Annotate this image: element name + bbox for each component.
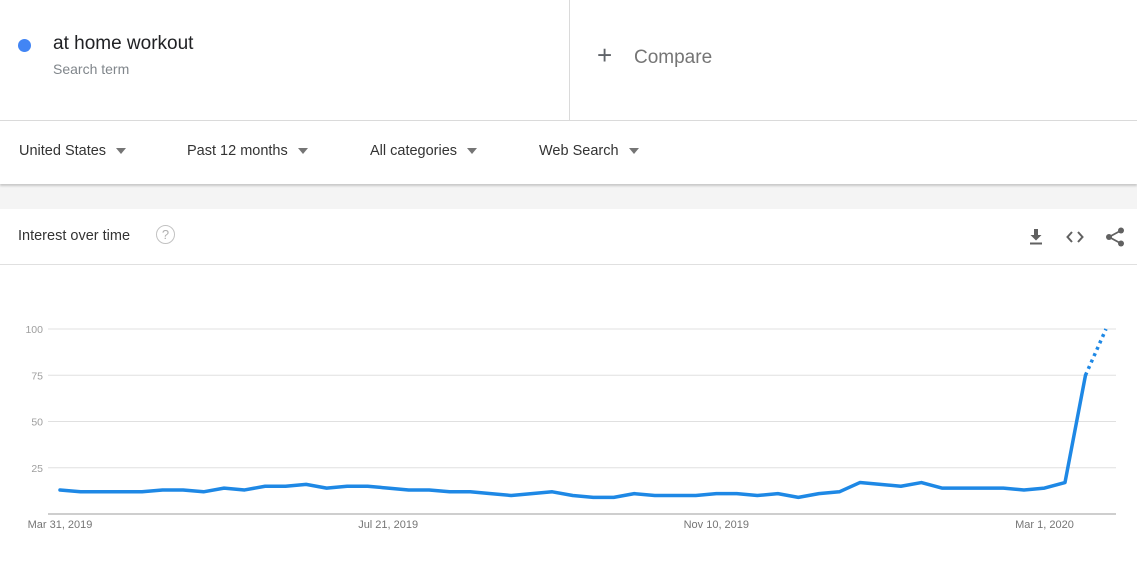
time-range-dropdown-label: Past 12 months <box>187 143 288 159</box>
data-point[interactable] <box>735 492 739 496</box>
data-point[interactable] <box>58 488 62 492</box>
caret-down-icon <box>628 148 639 155</box>
data-point[interactable] <box>386 486 390 490</box>
data-point[interactable] <box>304 482 308 486</box>
data-point[interactable] <box>120 490 124 494</box>
data-point[interactable] <box>714 492 718 496</box>
data-point[interactable] <box>161 488 165 492</box>
data-point[interactable] <box>899 484 903 488</box>
data-point[interactable] <box>345 484 349 488</box>
interest-line-chart[interactable]: 25 50 75 100 Mar 31, 2019 Jul 21, 2019 Nov 10… <box>0 209 1137 564</box>
data-point[interactable] <box>858 481 862 485</box>
search-terms-bar: at home workout Search term + Compare <box>0 0 1137 121</box>
data-point[interactable] <box>427 488 431 492</box>
x-tick-label: Nov 10, 2019 <box>684 519 749 531</box>
data-point[interactable] <box>1022 488 1026 492</box>
data-point[interactable] <box>1104 327 1108 331</box>
data-point[interactable] <box>837 490 841 494</box>
x-tick-label: Jul 21, 2019 <box>358 519 418 531</box>
data-point[interactable] <box>1042 486 1046 490</box>
search-term-card[interactable]: at home workout Search term <box>0 0 570 120</box>
data-point[interactable] <box>284 484 288 488</box>
compare-button[interactable]: + Compare <box>570 0 1137 120</box>
data-point[interactable] <box>222 486 226 490</box>
data-point[interactable] <box>489 492 493 496</box>
data-point[interactable] <box>325 486 329 490</box>
data-point[interactable] <box>612 495 616 499</box>
data-point[interactable] <box>448 490 452 494</box>
data-point[interactable] <box>263 484 267 488</box>
y-tick-label: 25 <box>31 463 43 475</box>
caret-down-icon <box>467 148 478 155</box>
data-point[interactable] <box>591 495 595 499</box>
data-point[interactable] <box>817 492 821 496</box>
y-tick-label: 75 <box>31 370 43 382</box>
y-tick-label: 50 <box>31 417 43 429</box>
search-term-type: Search term <box>53 61 130 77</box>
data-point[interactable] <box>673 494 677 498</box>
search-type-dropdown-label: Web Search <box>539 143 619 159</box>
data-point[interactable] <box>796 495 800 499</box>
data-point[interactable] <box>653 494 657 498</box>
interest-over-time-card: Interest over time ? 25 50 75 100 Mar 31, 2… <box>0 209 1137 564</box>
series-color-dot <box>18 39 31 52</box>
data-point[interactable] <box>550 490 554 494</box>
data-point[interactable] <box>79 490 83 494</box>
data-point[interactable] <box>571 494 575 498</box>
search-type-dropdown[interactable]: Web Search <box>539 143 639 159</box>
data-point[interactable] <box>694 494 698 498</box>
data-point[interactable] <box>1063 481 1067 485</box>
data-point[interactable] <box>755 494 759 498</box>
data-point[interactable] <box>99 490 103 494</box>
data-point[interactable] <box>243 488 247 492</box>
search-term-name[interactable]: at home workout <box>53 33 193 55</box>
x-tick-label: Mar 1, 2020 <box>1015 519 1074 531</box>
data-point[interactable] <box>202 490 206 494</box>
data-point[interactable] <box>776 492 780 496</box>
data-point[interactable] <box>468 490 472 494</box>
data-point[interactable] <box>878 482 882 486</box>
data-point[interactable] <box>366 484 370 488</box>
series-line[interactable] <box>58 373 1088 500</box>
data-point[interactable] <box>530 492 534 496</box>
region-dropdown-label: United States <box>19 143 107 159</box>
data-point[interactable] <box>960 486 964 490</box>
time-range-dropdown[interactable]: Past 12 months <box>187 143 308 159</box>
y-tick-label: 100 <box>25 324 43 336</box>
category-dropdown-label: All categories <box>370 143 458 159</box>
compare-label: Compare <box>634 47 713 68</box>
caret-down-icon <box>116 148 127 155</box>
data-point[interactable] <box>1083 373 1087 377</box>
filter-bar: United States Past 12 months All categor… <box>0 121 1137 184</box>
data-point[interactable] <box>509 494 513 498</box>
category-dropdown[interactable]: All categories <box>370 143 478 159</box>
data-point[interactable] <box>1001 486 1005 490</box>
data-point[interactable] <box>140 490 144 494</box>
x-tick-label: Mar 31, 2019 <box>28 519 93 531</box>
data-point[interactable] <box>181 488 185 492</box>
region-dropdown[interactable]: United States <box>19 143 127 159</box>
data-point[interactable] <box>632 492 636 496</box>
data-point[interactable] <box>407 488 411 492</box>
data-point[interactable] <box>919 481 923 485</box>
data-point[interactable] <box>981 486 985 490</box>
data-point[interactable] <box>940 486 944 490</box>
caret-down-icon <box>297 148 308 155</box>
series-line-partial[interactable] <box>1083 328 1108 376</box>
plus-icon: + <box>597 40 613 70</box>
